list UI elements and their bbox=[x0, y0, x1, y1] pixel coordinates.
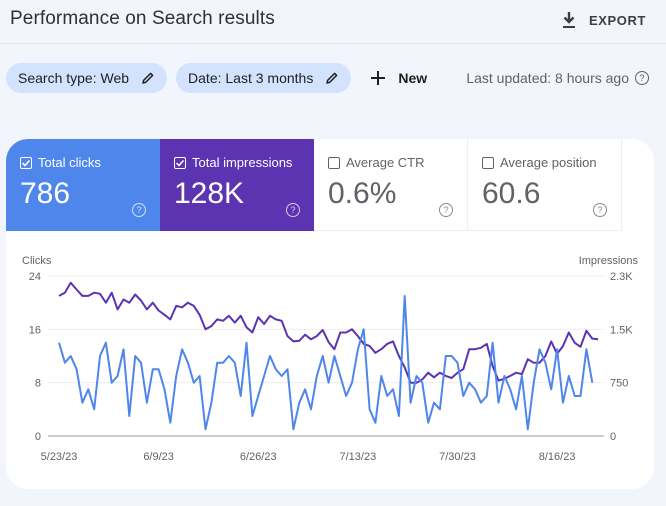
x-tick-label: 8/16/23 bbox=[539, 451, 576, 463]
new-filter-label: New bbox=[398, 69, 428, 86]
right-tick-label: 750 bbox=[610, 378, 628, 390]
help-icon[interactable]: ? bbox=[439, 203, 453, 217]
metric-label: Total clicks bbox=[38, 155, 101, 170]
checkbox-unchecked-icon[interactable] bbox=[328, 156, 340, 169]
x-tick-label: 6/26/23 bbox=[240, 451, 277, 463]
checkbox-checked-icon[interactable] bbox=[20, 156, 32, 169]
x-tick-label: 5/23/23 bbox=[41, 451, 78, 463]
metric-total-impressions[interactable]: Total impressions 128K ? bbox=[160, 139, 314, 231]
left-tick-label: 24 bbox=[29, 271, 41, 283]
metric-label: Average CTR bbox=[346, 155, 425, 170]
metric-value: 128K bbox=[174, 177, 245, 210]
metric-label: Average position bbox=[500, 155, 597, 170]
metric-average-ctr[interactable]: Average CTR 0.6% ? bbox=[314, 139, 468, 231]
page-header: Performance on Search results EXPORT bbox=[0, 0, 666, 44]
pencil-icon bbox=[326, 72, 338, 84]
right-tick-label: 1.5K bbox=[610, 324, 633, 336]
export-button[interactable]: EXPORT bbox=[561, 9, 646, 31]
help-icon[interactable]: ? bbox=[132, 203, 146, 217]
new-filter-button[interactable]: New bbox=[370, 70, 427, 86]
series-line-clicks bbox=[58, 295, 594, 431]
metric-total-clicks[interactable]: Total clicks 786 ? bbox=[6, 139, 160, 231]
right-axis-label: Impressions bbox=[579, 255, 639, 267]
last-updated: Last updated: 8 hours ago ? bbox=[466, 70, 649, 86]
date-range-chip[interactable]: Date: Last 3 months bbox=[176, 62, 352, 93]
chip-label: Date: Last 3 months bbox=[188, 69, 314, 86]
checkbox-checked-icon[interactable] bbox=[174, 156, 186, 169]
search-type-chip[interactable]: Search type: Web bbox=[6, 62, 168, 93]
last-updated-text: Last updated: 8 hours ago bbox=[466, 70, 629, 86]
left-axis-label: Clicks bbox=[22, 255, 52, 267]
performance-card: Total clicks 786 ? Total impressions 128… bbox=[6, 139, 654, 489]
download-icon bbox=[562, 12, 575, 28]
help-icon[interactable]: ? bbox=[635, 71, 649, 85]
performance-chart: Clicks Impressions 24 16 8 0 2.3K 1.5K 750 0 5… bbox=[6, 231, 654, 489]
left-tick-label: 8 bbox=[35, 378, 41, 390]
left-tick-label: 16 bbox=[29, 324, 41, 336]
metric-value: 0.6% bbox=[328, 177, 397, 210]
right-tick-label: 0 bbox=[610, 431, 616, 443]
x-tick-label: 7/13/23 bbox=[340, 451, 377, 463]
left-tick-label: 0 bbox=[35, 431, 41, 443]
metric-label: Total impressions bbox=[192, 155, 293, 170]
help-icon[interactable]: ? bbox=[593, 203, 607, 217]
series-line-impressions bbox=[58, 281, 599, 384]
checkbox-unchecked-icon[interactable] bbox=[482, 156, 494, 169]
metric-value: 60.6 bbox=[482, 177, 541, 210]
metric-value: 786 bbox=[20, 177, 71, 210]
x-tick-label: 7/30/23 bbox=[439, 451, 476, 463]
filter-bar: Search type: Web Date: Last 3 months New bbox=[6, 62, 427, 93]
metric-average-position[interactable]: Average position 60.6 ? bbox=[468, 139, 622, 231]
right-tick-label: 2.3K bbox=[610, 271, 633, 283]
page-title: Performance on Search results bbox=[10, 8, 275, 29]
pencil-icon bbox=[142, 72, 154, 84]
export-label: EXPORT bbox=[588, 12, 646, 28]
chip-label: Search type: Web bbox=[18, 69, 130, 86]
x-tick-label: 6/9/23 bbox=[143, 451, 174, 463]
help-icon[interactable]: ? bbox=[286, 203, 300, 217]
metric-tabs: Total clicks 786 ? Total impressions 128… bbox=[6, 139, 622, 231]
plus-icon bbox=[371, 70, 386, 85]
